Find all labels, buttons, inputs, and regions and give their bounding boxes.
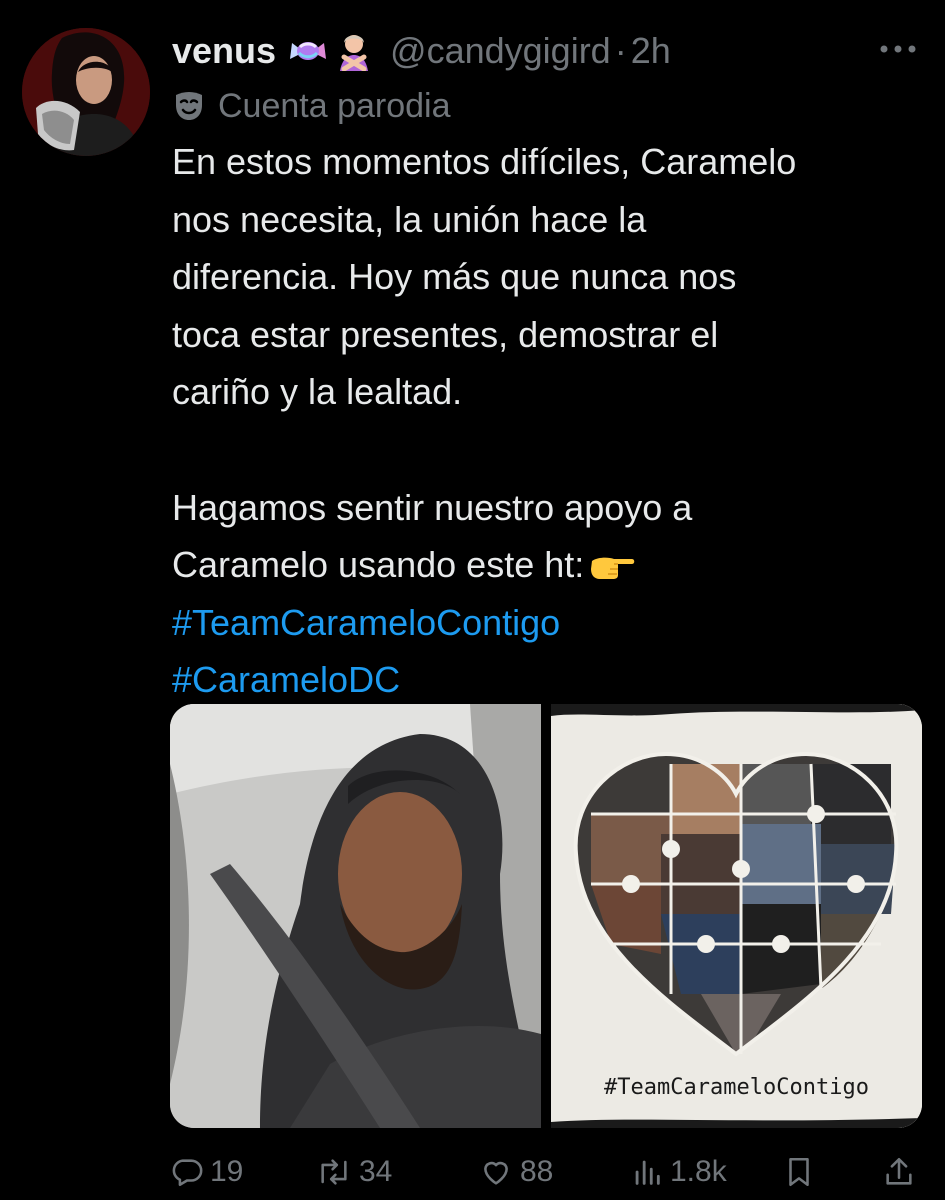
like-count: 88: [520, 1155, 554, 1188]
more-options-button[interactable]: [878, 42, 918, 56]
reply-count: 19: [210, 1155, 244, 1188]
reply-icon: [172, 1159, 203, 1187]
repost-icon: [321, 1159, 347, 1185]
repost-button[interactable]: 34: [315, 1150, 392, 1194]
views-count: 1.8k: [670, 1155, 727, 1188]
tweet-text: En estos momentos difíciles, Caramelo no…: [172, 133, 932, 709]
mask-icon: [176, 92, 202, 120]
share-button[interactable]: [882, 1150, 922, 1194]
tweet-text-line: Caramelo usando este ht:: [172, 544, 585, 586]
repost-count: 34: [359, 1155, 393, 1188]
person-gesturing-no-icon: [334, 31, 374, 72]
bookmark-icon: [789, 1157, 809, 1187]
media-photo-car-selfie[interactable]: [170, 704, 541, 1128]
action-bar: 19 34 88 1.8k: [170, 1150, 922, 1194]
views-button[interactable]: 1.8k: [630, 1150, 727, 1194]
timestamp[interactable]: 2h: [631, 30, 671, 72]
backhand-index-pointing-right-icon: [588, 540, 636, 580]
avatar[interactable]: [22, 28, 150, 156]
more-dots-icon: [880, 45, 916, 53]
car-selfie-image: [170, 704, 541, 1128]
candy-icon: [288, 31, 328, 71]
hashtag-link[interactable]: #TeamCarameloContigo: [172, 594, 932, 652]
like-button[interactable]: 88: [478, 1150, 553, 1194]
handle[interactable]: @candygigird: [390, 30, 611, 72]
tweet-text-line: diferencia. Hoy más que nunca nos: [172, 256, 737, 298]
tweet-text-line-with-emoji: Caramelo usando este ht:: [172, 536, 932, 594]
avatar-photo: [22, 28, 150, 156]
media-grid: #TeamCarameloContigo: [170, 704, 922, 1128]
tweet-text-line: En estos momentos difíciles, Caramelo: [172, 141, 797, 182]
media-divider: [541, 704, 551, 1128]
paragraph-break: [172, 421, 932, 479]
bookmark-button[interactable]: [782, 1150, 822, 1194]
parody-label-text: Cuenta parodia: [218, 86, 451, 125]
tweet-text-line: cariño y la lealtad.: [172, 371, 463, 413]
parody-label: Cuenta parodia: [172, 84, 451, 128]
collage-caption: #TeamCarameloContigo: [604, 1075, 869, 1100]
hashtag-link[interactable]: #CarameloDC: [172, 651, 932, 709]
display-name[interactable]: venus: [172, 30, 276, 72]
reply-button[interactable]: 19: [170, 1150, 243, 1194]
media-photo-heart-collage[interactable]: #TeamCarameloContigo: [551, 704, 922, 1128]
tweet-text-line: Hagamos sentir nuestro apoyo a: [172, 486, 693, 528]
tweet-text-line: toca estar presentes, demostrar el: [172, 313, 719, 355]
separator-dot: ·: [614, 30, 627, 71]
tweet-header: venus @candygigird · 2h: [172, 28, 671, 74]
heart-collage-image: [551, 704, 922, 1128]
heart-icon: [484, 1161, 508, 1185]
share-icon: [886, 1157, 912, 1185]
views-icon: [635, 1160, 660, 1185]
tweet-text-line: nos necesita, la unión hace la: [172, 198, 647, 240]
